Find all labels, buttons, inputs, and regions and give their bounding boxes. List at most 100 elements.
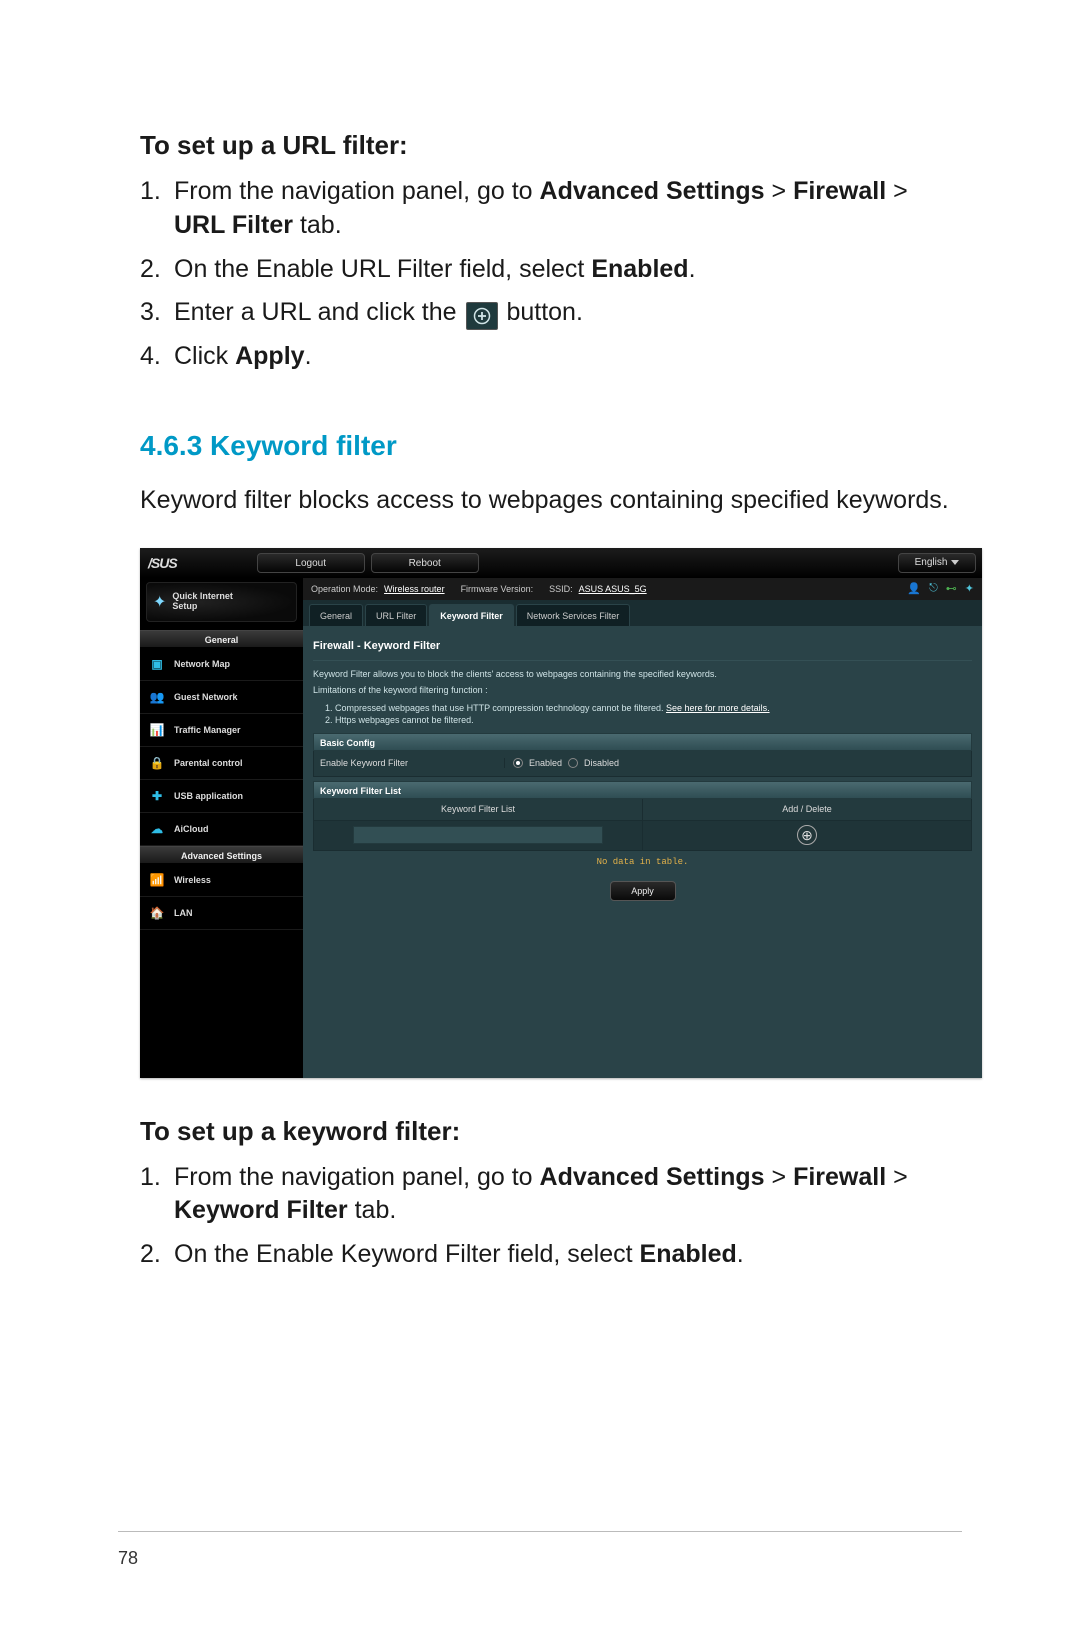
text-bold: Advanced Settings — [540, 1163, 765, 1191]
nav-label: AiCloud — [174, 824, 209, 834]
panel-description: Keyword Filter allows you to block the c… — [313, 661, 972, 683]
sidebar-category-advanced: Advanced Settings — [140, 846, 303, 864]
operation-mode-value[interactable]: Wireless router — [384, 584, 445, 594]
text: Enter a URL and click the — [174, 298, 464, 326]
text-bold: Apply — [235, 342, 304, 370]
text-bold: Firewall — [793, 177, 886, 205]
plus-icon — [466, 302, 498, 330]
status-icon-2: ⎋ — [929, 582, 938, 595]
section-keyword-filter-list: Keyword Filter List — [313, 781, 972, 799]
logout-button[interactable]: Logout — [257, 553, 365, 573]
sidebar-category-general: General — [140, 630, 303, 648]
status-icon-1: 👤 — [907, 582, 921, 595]
status-bar: Operation Mode: Wireless router Firmware… — [303, 578, 982, 600]
text: button. — [506, 298, 582, 326]
qis-line1: Quick Internet — [172, 591, 233, 601]
top-bar: /SUS Logout Reboot English — [140, 548, 982, 578]
sidebar-item-lan[interactable]: 🏠 LAN — [140, 897, 303, 930]
tab-general[interactable]: General — [309, 604, 363, 626]
add-button[interactable]: ⊕ — [797, 825, 817, 845]
text-bold: Firewall — [793, 1163, 886, 1191]
chevron-down-icon — [951, 560, 959, 565]
text-bold: Enabled — [591, 255, 688, 283]
status-icon-4: ✦ — [965, 582, 974, 595]
language-label: English — [915, 553, 948, 573]
wireless-icon: 📶 — [148, 871, 166, 889]
usb-application-icon: ✚ — [148, 787, 166, 805]
traffic-manager-icon: 📊 — [148, 721, 166, 739]
text: > — [765, 177, 794, 205]
text: tab. — [348, 1196, 397, 1224]
status-icon-usb: ⊷ — [946, 582, 957, 595]
nav-label: Network Map — [174, 659, 230, 669]
url-filter-steps: From the navigation panel, go to Advance… — [140, 175, 962, 374]
no-data-message: No data in table. — [313, 851, 972, 877]
router-screenshot: /SUS Logout Reboot English ✦ Quick Inter… — [140, 548, 982, 1078]
main-panel: Operation Mode: Wireless router Firmware… — [303, 578, 982, 1078]
heading-keyword-filter: To set up a keyword filter: — [140, 1116, 962, 1147]
lan-icon: 🏠 — [148, 904, 166, 922]
footer-divider — [118, 1531, 962, 1532]
page-number: 78 — [118, 1548, 138, 1569]
limitation-item: Https webpages cannot be filtered. — [335, 715, 972, 725]
nav-label: Parental control — [174, 758, 243, 768]
sidebar-item-parental-control[interactable]: 🔒Parental control — [140, 747, 303, 780]
qis-line2: Setup — [172, 601, 197, 611]
text-bold: URL Filter — [174, 211, 293, 239]
nav-label: Wireless — [174, 875, 211, 885]
section-title: 4.6.3 Keyword filter — [140, 430, 962, 462]
text: On the Enable Keyword Filter field, sele… — [174, 1240, 640, 1268]
th-keyword-list: Keyword Filter List — [314, 799, 643, 820]
sidebar-item-wireless[interactable]: 📶 Wireless — [140, 864, 303, 897]
text: On the Enable URL Filter field, select — [174, 255, 591, 283]
table-header: Keyword Filter List Add / Delete — [313, 799, 972, 821]
text: > — [886, 1163, 908, 1191]
language-dropdown[interactable]: English — [898, 553, 976, 573]
radio-disabled-label: Disabled — [584, 758, 619, 768]
sidebar-item-usb-application[interactable]: ✚ USB application — [140, 780, 303, 813]
sidebar-item-network-map[interactable]: ▣Network Map — [140, 648, 303, 681]
sidebar-item-traffic-manager[interactable]: 📊Traffic Manager — [140, 714, 303, 747]
tab-network-services-filter[interactable]: Network Services Filter — [516, 604, 631, 626]
aicloud-icon: ☁ — [148, 820, 166, 838]
th-add-delete: Add / Delete — [643, 799, 971, 820]
tab-url-filter[interactable]: URL Filter — [365, 604, 427, 626]
sidebar-item-guest-network[interactable]: 👥 Guest Network — [140, 681, 303, 714]
nav-label: USB application — [174, 791, 243, 801]
text: . — [305, 342, 312, 370]
panel-title: Firewall - Keyword Filter — [313, 634, 972, 661]
text: Click — [174, 342, 235, 370]
apply-button[interactable]: Apply — [610, 881, 676, 901]
tab-bar: General URL Filter Keyword Filter Networ… — [303, 600, 982, 626]
asus-logo: /SUS — [148, 555, 177, 571]
nav-label: Guest Network — [174, 692, 238, 702]
radio-enabled[interactable] — [513, 758, 523, 768]
keyword-input[interactable] — [353, 826, 603, 844]
text-bold: Keyword Filter — [174, 1196, 348, 1224]
sidebar-item-aicloud[interactable]: ☁ AiCloud — [140, 813, 303, 846]
radio-enabled-label: Enabled — [529, 758, 562, 768]
text: tab. — [293, 211, 342, 239]
limitation-item: Compressed webpages that use HTTP compre… — [335, 703, 666, 713]
keyword-filter-steps: From the navigation panel, go to Advance… — [140, 1161, 962, 1272]
guest-network-icon: 👥 — [148, 688, 166, 706]
radio-disabled[interactable] — [568, 758, 578, 768]
firmware-version-label: Firmware Version: — [461, 584, 534, 594]
text: > — [765, 1163, 794, 1191]
text-bold: Enabled — [640, 1240, 737, 1268]
nav-label: LAN — [174, 908, 193, 918]
text: > — [886, 177, 908, 205]
text: . — [737, 1240, 744, 1268]
enable-filter-label: Enable Keyword Filter — [314, 758, 504, 768]
sidebar: ✦ Quick InternetSetup General ▣Network M… — [140, 578, 303, 1078]
quick-internet-setup[interactable]: ✦ Quick InternetSetup — [146, 582, 297, 622]
heading-url-filter: To set up a URL filter: — [140, 130, 962, 161]
reboot-button[interactable]: Reboot — [371, 553, 479, 573]
text-bold: Advanced Settings — [540, 177, 765, 205]
limitations-title: Limitations of the keyword filtering fun… — [313, 683, 972, 701]
ssid-value[interactable]: ASUS ASUS_5G — [579, 584, 647, 594]
table-input-row: ⊕ — [313, 821, 972, 851]
row-enable-keyword-filter: Enable Keyword Filter Enabled Disabled — [313, 751, 972, 777]
tab-keyword-filter[interactable]: Keyword Filter — [429, 604, 514, 626]
see-more-link[interactable]: See here for more details. — [666, 703, 770, 713]
